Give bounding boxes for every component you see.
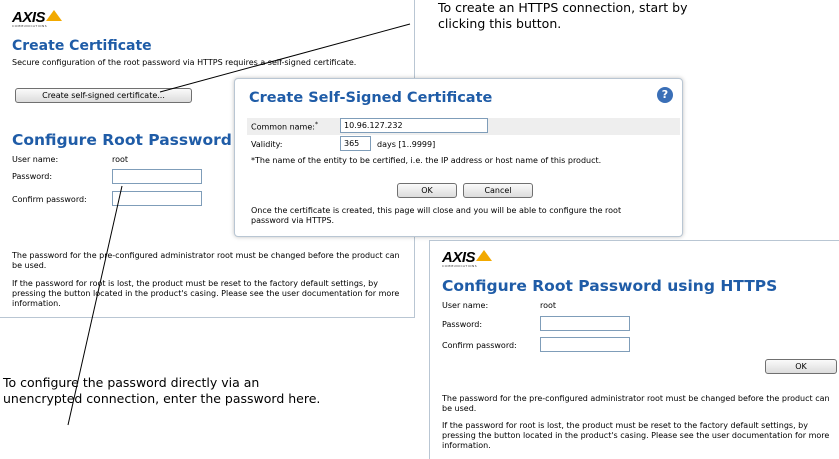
https-ok-button[interactable]: OK (765, 359, 837, 374)
https-confirm-password-input[interactable] (540, 337, 630, 352)
confirm-password-input[interactable] (112, 191, 202, 206)
axis-logo: AXIS COMMUNICATIONS (12, 10, 63, 28)
password-reset-note: If the password for root is lost, the pr… (442, 421, 830, 450)
axis-logo-https: AXIS COMMUNICATIONS (442, 250, 493, 268)
user-name-value: root (540, 301, 557, 310)
https-password-panel: AXIS COMMUNICATIONS Configure Root Passw… (429, 240, 839, 459)
user-name-label: User name: (442, 301, 489, 310)
password-input[interactable] (112, 169, 202, 184)
cancel-button[interactable]: Cancel (463, 183, 533, 198)
confirm-password-label: Confirm password: (442, 341, 517, 350)
password-change-note: The password for the pre-configured admi… (12, 251, 400, 270)
logo-subtext: COMMUNICATIONS (12, 24, 48, 28)
logo-subtext: COMMUNICATIONS (442, 264, 478, 268)
ok-button[interactable]: OK (397, 183, 457, 198)
create-self-signed-certificate-button[interactable]: Create self-signed certificate... (15, 88, 192, 103)
common-name-footnote: *The name of the entity to be certified,… (251, 156, 602, 165)
validity-label: Validity: (251, 140, 283, 149)
common-name-input[interactable]: 10.96.127.232 (340, 118, 488, 133)
password-reset-note: If the password for root is lost, the pr… (12, 279, 400, 308)
https-password-input[interactable] (540, 316, 630, 331)
direct-callout-text: To configure the password directly via a… (3, 375, 321, 406)
password-label: Password: (442, 320, 483, 329)
logo-triangle-icon (46, 10, 63, 21)
create-certificate-dialog: Create Self-Signed Certificate ? Common … (234, 78, 683, 237)
password-label: Password: (12, 172, 53, 181)
dialog-title: Create Self-Signed Certificate (249, 90, 493, 106)
password-change-note: The password for the pre-configured admi… (442, 394, 830, 413)
help-icon[interactable]: ? (657, 87, 673, 103)
certificate-description: Secure configuration of the root passwor… (12, 58, 357, 67)
validity-input[interactable]: 365 (340, 136, 371, 151)
dialog-info-text: Once the certificate is created, this pa… (251, 206, 622, 225)
https-password-title: Configure Root Password using HTTPS (442, 277, 778, 295)
create-certificate-title: Create Certificate (12, 38, 152, 54)
logo-triangle-icon (476, 250, 493, 261)
user-name-value: root (112, 155, 129, 164)
configure-root-password-title: Configure Root Password (12, 131, 232, 149)
confirm-password-label: Confirm password: (12, 195, 87, 204)
user-name-label: User name: (12, 155, 59, 164)
https-callout-text: To create an HTTPS connection, start by … (438, 0, 688, 31)
validity-hint: days [1..9999] (377, 140, 436, 149)
common-name-label: Common name:* (251, 121, 318, 132)
